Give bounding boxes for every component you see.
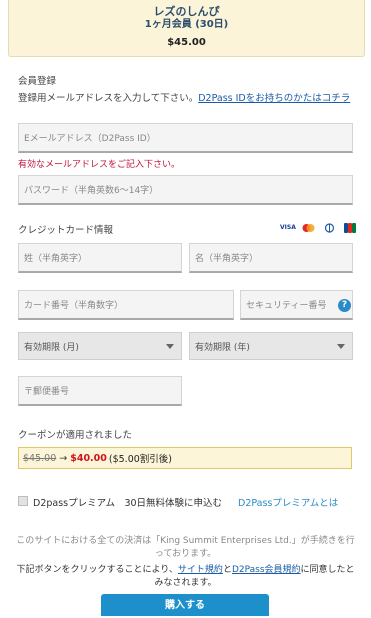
mastercard-icon xyxy=(301,223,316,233)
new-price: $40.00 xyxy=(70,452,107,464)
postal-code-field[interactable]: 〒郵便番号 xyxy=(18,376,182,406)
premium-info-link[interactable]: D2Passプレミアムとは xyxy=(238,495,338,509)
email-error: 有効なメールアドレスをご記入下さい。 xyxy=(18,160,181,170)
security-code-help-icon[interactable]: ? xyxy=(338,299,351,312)
arrow-icon: → xyxy=(59,452,68,464)
premium-checkbox[interactable] xyxy=(18,496,28,506)
chevron-down-icon xyxy=(337,344,345,349)
card-number-field[interactable]: カード番号（半角数字） xyxy=(18,290,234,320)
instruction-text: 登録用メールアドレスを入力して下さい。 xyxy=(18,93,199,104)
password-field[interactable]: パスワード（半角英数6〜14字） xyxy=(18,175,353,205)
diners-icon xyxy=(322,223,337,233)
site-terms-link[interactable]: サイト規約 xyxy=(178,565,223,575)
agreement-and: と xyxy=(222,565,232,575)
d2pass-id-link[interactable]: D2Pass IDをお持ちのかたはコチラ xyxy=(198,93,350,104)
chevron-down-icon xyxy=(166,344,174,349)
agreement-note: 下記ボタンをクリックすることにより、サイト規約とD2Pass会員規約に同意したと… xyxy=(14,564,357,590)
premium-label[interactable]: D2passプレミアム 30日無料体験に申込む xyxy=(33,495,222,509)
visa-icon: VISA xyxy=(280,224,296,231)
d2pass-terms-link[interactable]: D2Pass会員規約 xyxy=(232,565,301,575)
expiry-month-value: 有効期限 (月) xyxy=(24,342,79,353)
plan-duration: 1ヶ月会員 (30日) xyxy=(144,19,229,30)
old-price: $45.00 xyxy=(23,452,57,464)
credit-card-heading: クレジットカード情報 xyxy=(18,225,114,236)
security-code-field[interactable]: セキュリティー番号 xyxy=(240,290,353,320)
discount-note: ($5.00割引後) xyxy=(108,454,172,465)
first-name-field[interactable]: 名（半角英字） xyxy=(189,243,353,273)
buy-button[interactable]: 購入する xyxy=(101,594,269,616)
jcb-icon xyxy=(342,223,357,233)
payment-note: このサイトにおける全ての決済は「King Summit Enterprises … xyxy=(16,536,355,559)
expiry-month-select[interactable]: 有効期限 (月) xyxy=(18,332,182,360)
registration-instruction: 登録用メールアドレスを入力して下さい。D2Pass IDをお持ちのかたはコチラ xyxy=(18,92,358,105)
expiry-year-value: 有効期限 (年) xyxy=(195,342,250,353)
agreement-prefix: 下記ボタンをクリックすることにより、 xyxy=(16,565,178,575)
coupon-price-box: $45.00 → $40.00 ($5.00割引後) xyxy=(18,447,352,469)
plan-summary: レズのしんぴ 1ヶ月会員 (30日) $45.00 xyxy=(8,0,365,57)
coupon-applied-text: クーポンが適用されました xyxy=(18,430,133,441)
expiry-year-select[interactable]: 有効期限 (年) xyxy=(189,332,353,360)
plan-price: $45.00 xyxy=(167,37,206,48)
last-name-field[interactable]: 姓（半角英字） xyxy=(18,243,182,273)
plan-name: レズのしんぴ xyxy=(153,5,220,18)
registration-heading: 会員登録 xyxy=(18,76,57,87)
email-field[interactable]: Eメールアドレス（D2Pass ID） xyxy=(18,123,353,153)
